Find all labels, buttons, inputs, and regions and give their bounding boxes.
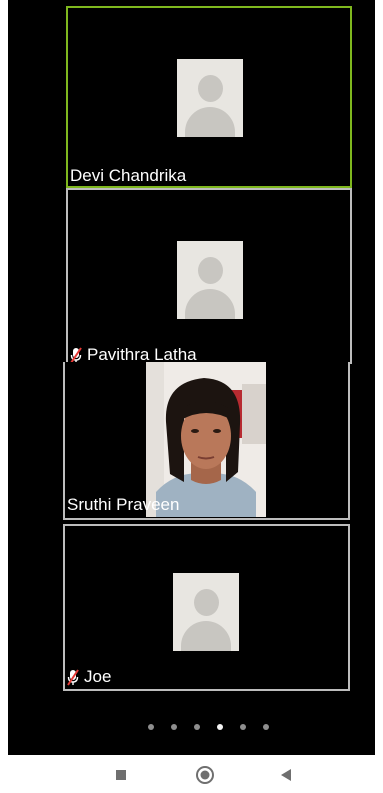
recents-square-icon[interactable]: [115, 769, 127, 781]
back-triangle-icon[interactable]: [280, 768, 292, 782]
participant-tile-devi-chandrika[interactable]: Devi Chandrika: [66, 6, 352, 188]
gallery-page-indicator[interactable]: [148, 724, 269, 730]
participant-video-feed: [146, 362, 266, 517]
default-avatar-icon: [173, 573, 239, 651]
page-dot[interactable]: [240, 724, 246, 730]
participant-name-label: Devi Chandrika: [70, 166, 187, 185]
mic-muted-icon: [67, 668, 79, 686]
participant-tile-pavithra-latha[interactable]: Pavithra Latha: [66, 188, 352, 364]
mic-muted-icon: [70, 346, 82, 362]
page-dot[interactable]: [194, 724, 200, 730]
system-navigation-bar: [0, 755, 383, 793]
page-dot-current[interactable]: [217, 724, 223, 730]
participant-gallery[interactable]: Devi Chandrika Pavithra Latha Sruthi Pra…: [8, 0, 375, 755]
participant-tile-joe[interactable]: Joe: [63, 524, 350, 691]
video-frame: [146, 362, 266, 517]
page-dot[interactable]: [171, 724, 177, 730]
participant-name-label: Sruthi Praveen: [67, 495, 180, 514]
page-dot[interactable]: [263, 724, 269, 730]
home-circle-icon[interactable]: [195, 765, 215, 785]
default-avatar-icon: [177, 241, 243, 319]
participant-name-label: Joe: [67, 667, 111, 687]
participant-tile-sruthi-praveen[interactable]: Sruthi Praveen: [63, 362, 350, 520]
page-dot[interactable]: [148, 724, 154, 730]
zoom-meeting-screen: Devi Chandrika Pavithra Latha Sruthi Pra…: [0, 0, 383, 793]
default-avatar-icon: [177, 59, 243, 137]
